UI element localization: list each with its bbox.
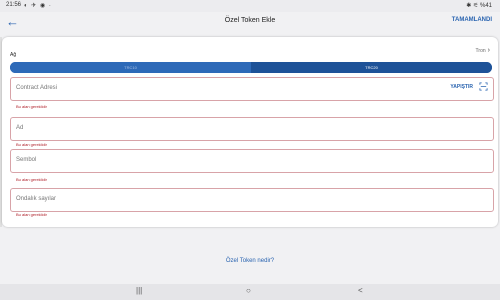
contract-address-field[interactable]: Contract Adresi YAPIŞTIR (10, 77, 494, 101)
name-error: Bu alan gereklidir (16, 142, 47, 147)
name-field[interactable]: Ad (10, 117, 494, 141)
decimals-error: Bu alan gereklidir (16, 212, 47, 217)
tab-trc10[interactable]: TRC10 (10, 62, 251, 73)
symbol-placeholder: Sembol (16, 157, 37, 163)
token-standard-toggle: TRC10 TRC20 (10, 62, 492, 73)
contract-address-error: Bu alan gereklidir (16, 104, 47, 109)
page-title: Özel Token Ekle (224, 17, 276, 24)
name-placeholder: Ad (16, 125, 24, 131)
status-bar: 21:56 ◐ ✈ ◉ · ✱ ⚟ %41 (0, 0, 500, 12)
network-label: Ağ (10, 52, 17, 58)
token-form-card: Ağ Tron › TRC10 TRC20 Contract Adresi YAP… (2, 37, 498, 227)
decimals-placeholder: Ondalık sayılar (16, 196, 57, 202)
network-value: Tron (475, 48, 486, 54)
home-icon[interactable]: ○ (246, 286, 251, 295)
qr-scan-icon[interactable] (479, 82, 488, 91)
paste-button[interactable]: YAPIŞTIR (450, 84, 473, 90)
symbol-field[interactable]: Sembol (10, 149, 494, 173)
battery-indicator: ✱ ⚟ %41 (466, 3, 492, 9)
notification-icons: ◐ ✈ ◉ · (24, 3, 52, 9)
status-time: 21:56 (6, 2, 22, 8)
chevron-right-icon: › (487, 47, 490, 54)
navigation-bar: ||| ○ < (0, 284, 500, 300)
nav-back-icon[interactable]: < (358, 286, 363, 295)
symbol-error: Bu alan gereklidir (16, 177, 47, 182)
network-selector[interactable]: Tron › (476, 47, 490, 54)
contract-address-placeholder: Contract Adresi (16, 85, 58, 91)
recent-apps-icon[interactable]: ||| (136, 286, 142, 295)
done-button[interactable]: TAMAMLANDI (452, 17, 492, 23)
tab-trc20[interactable]: TRC20 (251, 62, 492, 73)
custom-token-info-link[interactable]: Özel Token nedir? (0, 258, 500, 264)
app-bar: ← Özel Token Ekle TAMAMLANDI (0, 12, 500, 34)
decimals-field[interactable]: Ondalık sayılar (10, 188, 494, 212)
